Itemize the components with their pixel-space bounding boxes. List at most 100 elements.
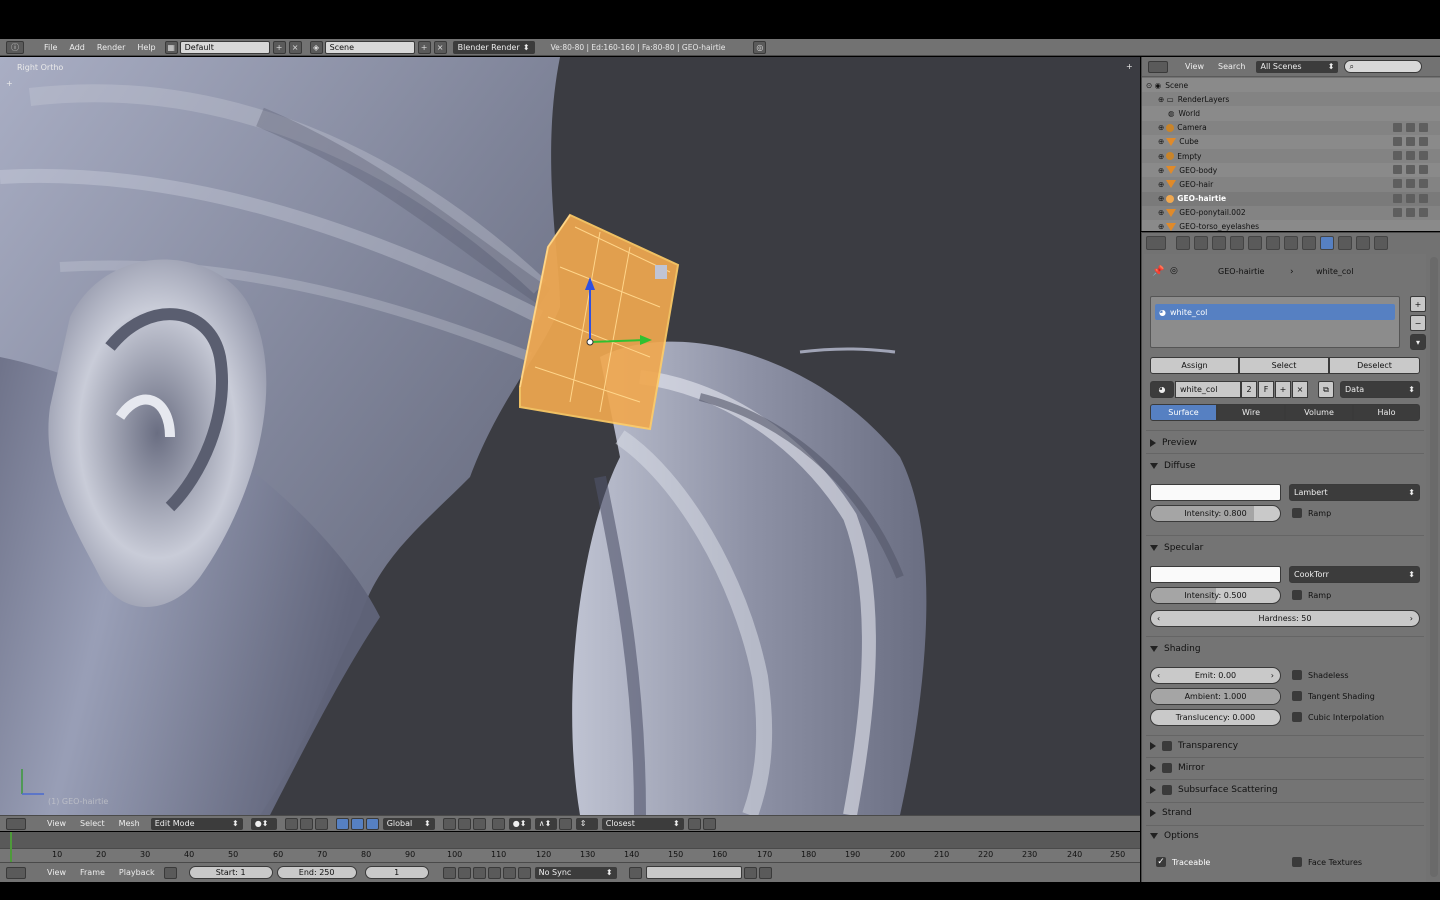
list-item[interactable]: ⊙ ◉ Scene (1142, 78, 1440, 92)
shadeless-checkbox[interactable]: Shadeless (1292, 670, 1349, 680)
preview-range-icon[interactable] (163, 866, 177, 879)
node-toggle-button[interactable]: ⧉ (1318, 381, 1334, 398)
decrement-icon[interactable]: ‹ (1157, 614, 1160, 623)
layout-field[interactable]: Default (179, 40, 270, 54)
list-item-active[interactable]: ⊕ GEO-hairtie (1142, 191, 1440, 206)
increment-icon[interactable]: › (1271, 671, 1274, 680)
diffuse-color-swatch[interactable] (1150, 484, 1281, 501)
current-frame-field[interactable]: 1 (364, 866, 429, 879)
panel-strand[interactable]: Strand (1150, 808, 1192, 818)
play-icon[interactable] (487, 866, 501, 879)
3d-viewport[interactable]: Right Ortho + (1) GEO-hairtie + timelaps… (0, 57, 1140, 815)
scene-field[interactable]: Scene (324, 40, 415, 54)
next-key-icon[interactable] (502, 866, 516, 879)
emit-field[interactable]: ‹ Emit: 0.00 › (1150, 667, 1281, 684)
face-select-icon[interactable] (472, 817, 486, 830)
add-scene-icon[interactable]: + (417, 40, 431, 54)
snap-icon[interactable] (558, 817, 572, 830)
diffuse-ramp-checkbox[interactable]: Ramp (1292, 508, 1331, 518)
ambient-slider[interactable]: Ambient: 1.000 (1150, 688, 1281, 705)
particles-tab-icon[interactable] (1356, 236, 1370, 250)
edge-select-icon[interactable] (457, 817, 471, 830)
tab-volume[interactable]: Volume (1285, 404, 1353, 421)
editor-type-icon[interactable] (1146, 236, 1166, 250)
material-slot-active[interactable]: ◕ white_col (1155, 304, 1395, 320)
menu-playback[interactable]: Playback (112, 868, 162, 877)
panel-sss[interactable]: Subsurface Scattering (1150, 785, 1278, 795)
expand-icon[interactable]: ⊕ (1158, 166, 1164, 175)
expand-icon[interactable]: ⊕ (1158, 180, 1164, 189)
list-item[interactable]: ⊕ GEO-torso_eyelashes (1142, 220, 1440, 231)
plus-icon[interactable]: + (6, 79, 13, 88)
diffuse-intensity-slider[interactable]: Intensity: 0.800 (1150, 505, 1281, 522)
panel-preview[interactable]: Preview (1150, 438, 1197, 448)
texture-tab-icon[interactable] (1338, 236, 1352, 250)
physics-tab-icon[interactable] (1374, 236, 1388, 250)
list-item[interactable]: ⊕ Cube (1142, 135, 1440, 149)
visibility-toggles[interactable] (1393, 136, 1428, 146)
decrement-icon[interactable]: ‹ (1157, 671, 1160, 680)
remove-scene-icon[interactable]: × (433, 40, 447, 54)
visibility-toggles[interactable] (1393, 179, 1428, 189)
list-item[interactable]: ⊕ GEO-ponytail.002 (1142, 205, 1440, 220)
shading-dropdown[interactable]: ●⬍ (250, 817, 277, 830)
jump-end-icon[interactable] (517, 866, 531, 879)
editor-type-icon[interactable] (6, 817, 26, 830)
falloff-dropdown[interactable]: ∧⬍ (534, 817, 557, 830)
list-item[interactable]: ◍ World (1142, 106, 1440, 120)
menu-select[interactable]: Select (73, 819, 112, 828)
face-textures-checkbox[interactable]: Face Textures (1292, 857, 1362, 867)
checkbox-icon[interactable] (1162, 763, 1172, 773)
jump-start-icon[interactable] (442, 866, 456, 879)
toggle-toolshelf-icon[interactable]: + (1126, 62, 1133, 71)
list-item[interactable]: ⊕ ▭ RenderLayers (1142, 92, 1440, 107)
traceable-checkbox[interactable]: ✓ Traceable (1156, 857, 1210, 867)
vertex-select-icon[interactable] (442, 817, 456, 830)
expand-icon[interactable]: ⊕ (1158, 123, 1164, 132)
translate-icon[interactable] (335, 817, 349, 830)
remove-slot-button[interactable]: − (1410, 315, 1426, 331)
menu-help[interactable]: Help (131, 43, 161, 52)
select-button[interactable]: Select (1239, 357, 1329, 374)
visibility-toggles[interactable] (1393, 150, 1428, 160)
pivot-icon[interactable] (284, 817, 298, 830)
tab-wire[interactable]: Wire (1217, 404, 1285, 421)
specular-intensity-slider[interactable]: Intensity: 0.500 (1150, 587, 1281, 604)
constraints-tab-icon[interactable] (1266, 236, 1280, 250)
menu-frame[interactable]: Frame (73, 868, 112, 877)
increment-icon[interactable]: › (1410, 614, 1413, 623)
menu-search[interactable]: Search (1211, 62, 1252, 71)
orientation-dropdown[interactable]: Global ⬍ (382, 817, 435, 830)
menu-mesh[interactable]: Mesh (112, 819, 147, 828)
prev-key-icon[interactable] (457, 866, 471, 879)
limit-selection-icon[interactable] (491, 817, 505, 830)
editor-type-icon[interactable] (1148, 60, 1168, 73)
add-layout-icon[interactable]: + (272, 40, 286, 54)
outliner-tree[interactable]: ⊙ ◉ Scene ⊕ ▭ RenderLayers ◍ World ⊕ Camera … (1142, 78, 1440, 231)
tab-halo[interactable]: Halo (1353, 404, 1420, 421)
start-frame-field[interactable]: Start: 1 (188, 866, 273, 879)
hardness-field[interactable]: ‹ Hardness: 50 › (1150, 610, 1420, 627)
cubic-interpolation-checkbox[interactable]: Cubic Interpolation (1292, 712, 1384, 722)
delete-keyframe-icon[interactable] (758, 866, 772, 879)
editor-type-icon[interactable] (6, 866, 26, 879)
timeline-ruler[interactable]: 10 20 30 40 50 60 70 80 90 100 110 120 1… (0, 848, 1140, 862)
panel-shading[interactable]: Shading (1150, 644, 1201, 654)
material-tab-icon[interactable] (1320, 236, 1334, 250)
unlink-material-button[interactable]: × (1292, 381, 1308, 398)
translucency-slider[interactable]: Translucency: 0.000 (1150, 709, 1281, 726)
panel-options[interactable]: Options (1150, 831, 1199, 841)
list-item[interactable]: ⊕ GEO-body (1142, 163, 1440, 177)
specular-color-swatch[interactable] (1150, 566, 1281, 583)
list-item[interactable]: ⊕ Camera (1142, 120, 1440, 135)
end-frame-field[interactable]: End: 250 (276, 866, 357, 879)
menu-add[interactable]: Add (63, 43, 91, 52)
material-browse-button[interactable]: ◕ (1150, 381, 1174, 398)
properties-scrollbar[interactable] (1430, 257, 1438, 877)
menu-render[interactable]: Render (91, 43, 131, 52)
visibility-toggles[interactable] (1393, 207, 1428, 217)
panel-mirror[interactable]: Mirror (1150, 763, 1205, 773)
list-item[interactable]: ⊕ Empty (1142, 148, 1440, 164)
insert-keyframe-icon[interactable] (743, 866, 757, 879)
panel-diffuse[interactable]: Diffuse (1150, 461, 1196, 471)
